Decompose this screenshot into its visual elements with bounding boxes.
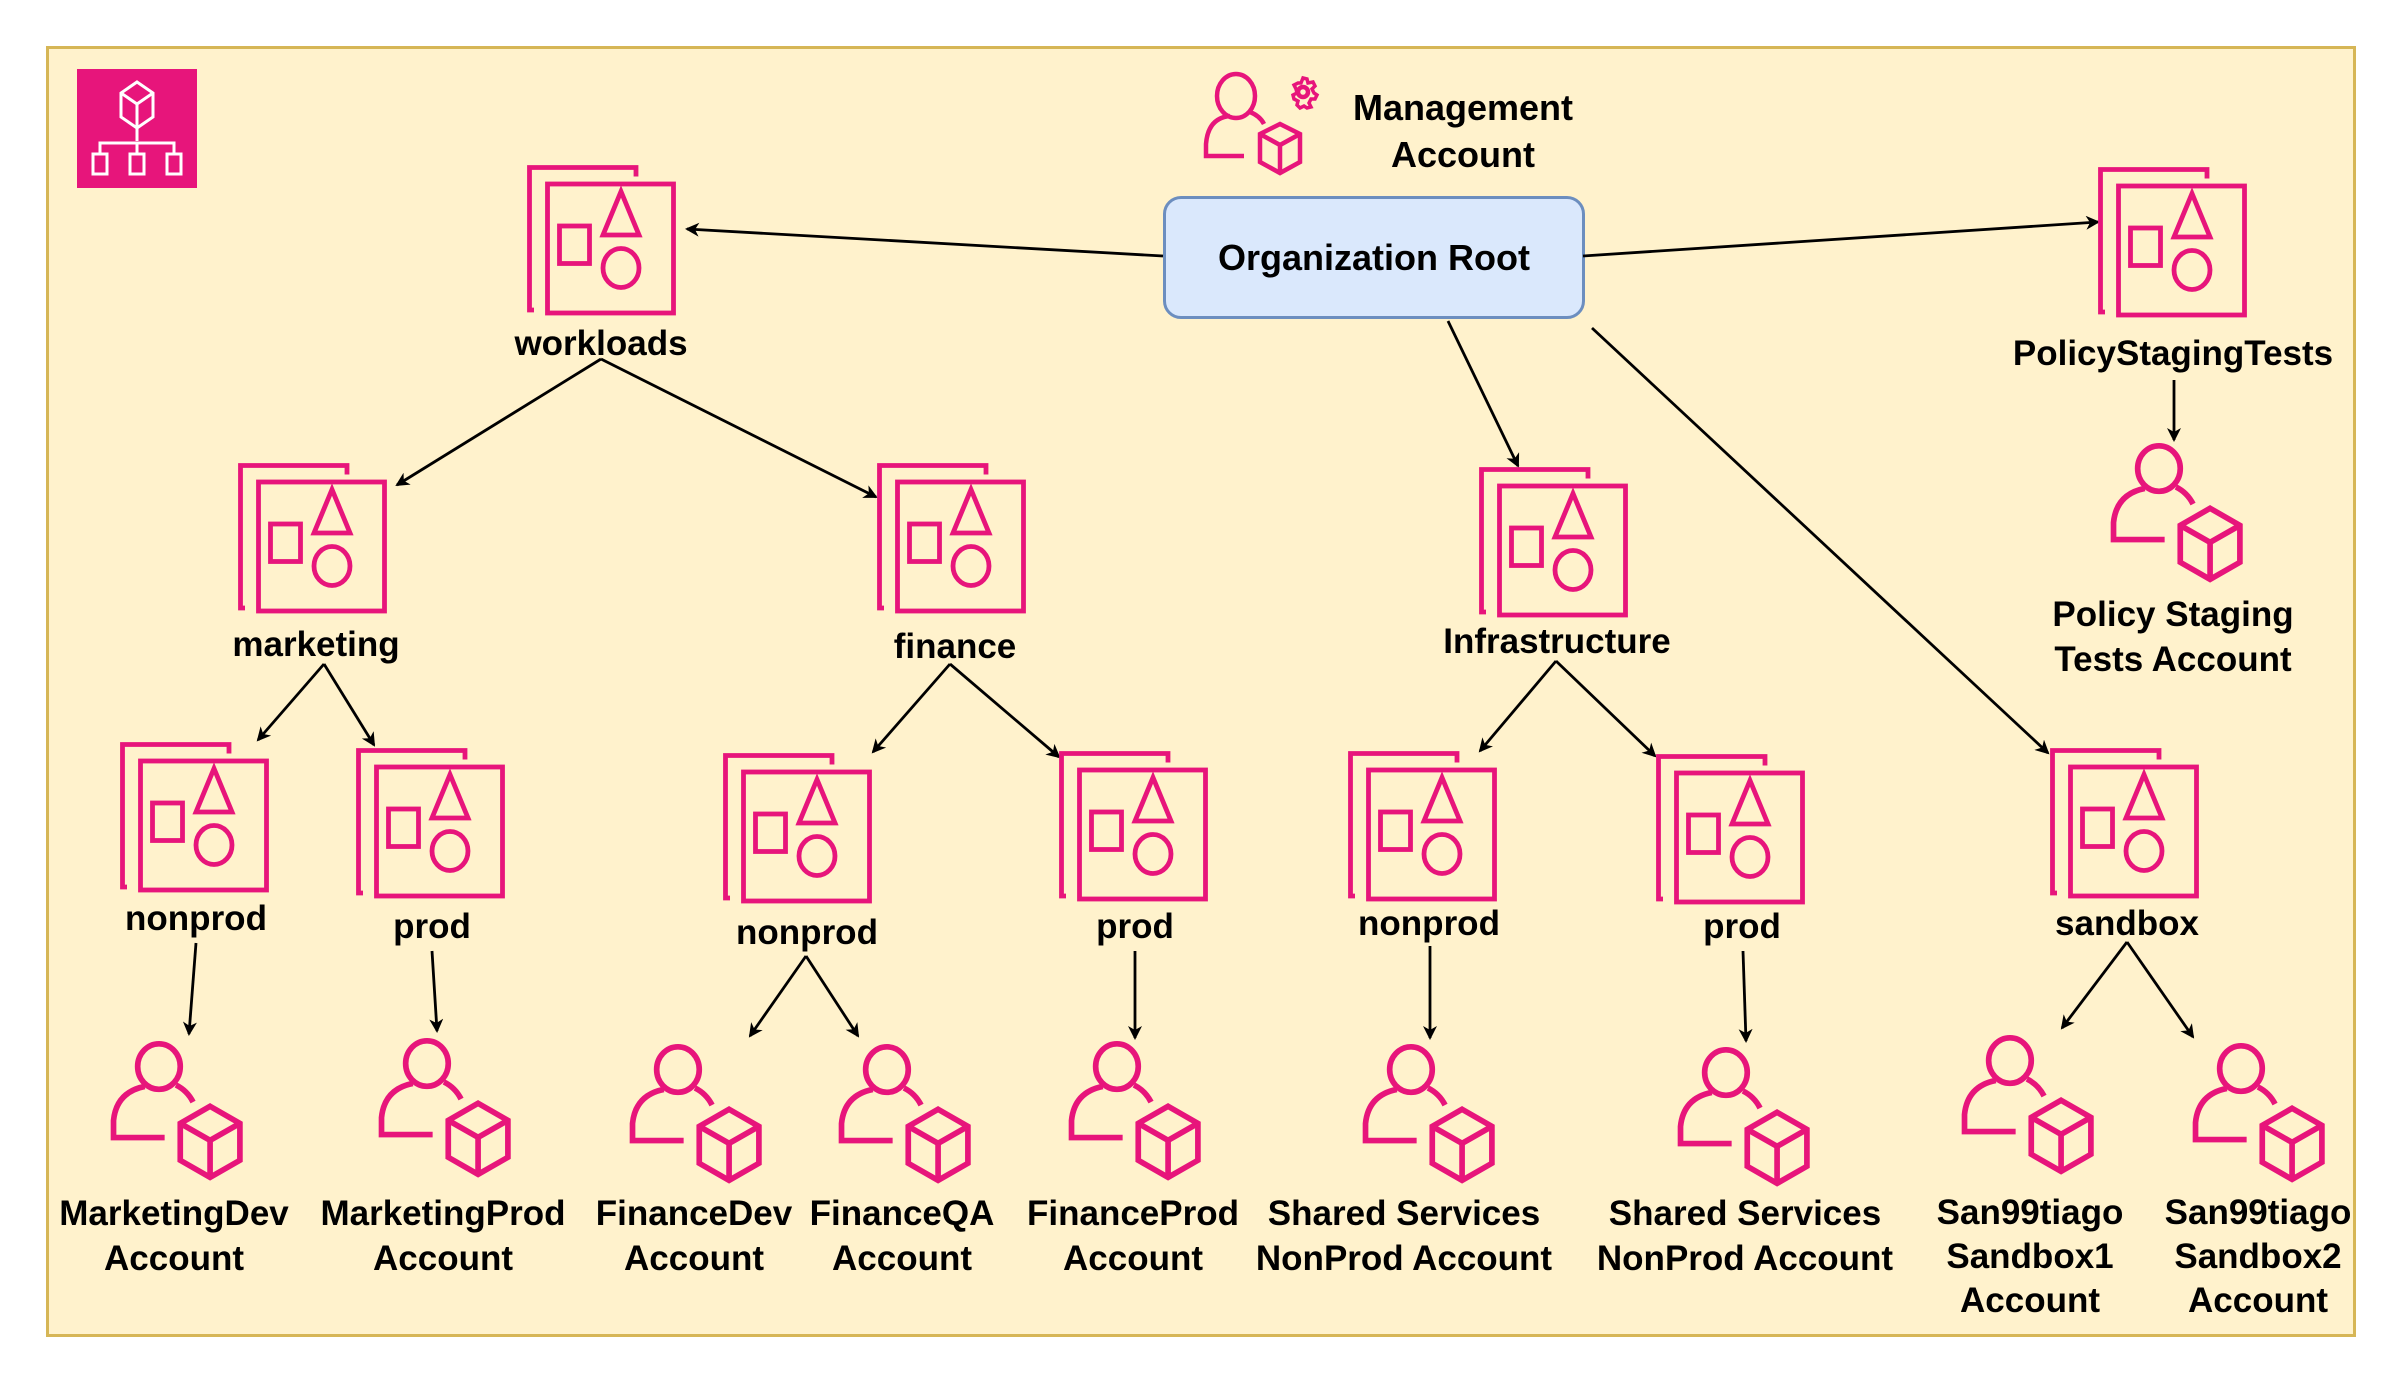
edge-fin-nonprod-dev <box>748 955 808 1038</box>
edge-mkt-nonprod-dev <box>182 942 198 1036</box>
account-label-finance-dev: FinanceDev Account <box>596 1191 792 1281</box>
ou-label-infrastructure: Infrastructure <box>1443 622 1671 661</box>
ou-label-workloads: workloads <box>514 324 688 363</box>
ou-icon-infra-nonprod[interactable] <box>1349 752 1499 902</box>
account-icon-sandbox2[interactable] <box>2187 1043 2329 1185</box>
account-label-sandbox2: San99tiago Sandbox2 Account <box>2165 1191 2352 1323</box>
label-line: FinanceQA <box>809 1194 995 1233</box>
ou-icon-marketing[interactable] <box>239 464 389 614</box>
account-icon-marketing-dev[interactable] <box>105 1041 247 1183</box>
ou-icon-finance-prod[interactable] <box>1060 752 1210 902</box>
ou-icon-infrastructure[interactable] <box>1480 468 1630 618</box>
label-line: San99tiago <box>1936 1193 2124 1232</box>
edge-infra-nonprod <box>1478 660 1558 753</box>
account-icon-finance-dev[interactable] <box>624 1044 766 1186</box>
edge-infra-prod <box>1555 659 1657 758</box>
edge-root-workloads <box>685 222 1164 258</box>
edge-workloads-marketing <box>395 357 602 487</box>
label-line: MarketingProd <box>320 1194 566 1233</box>
ou-icon-marketing-nonprod[interactable] <box>121 743 271 893</box>
label-line: Tests Account <box>2054 640 2292 679</box>
ou-icon-marketing-prod[interactable] <box>357 749 507 899</box>
label-line: NonProd Account <box>1596 1239 1894 1278</box>
account-label-sandbox1: San99tiago Sandbox1 Account <box>1937 1191 2124 1323</box>
ou-label-marketing-nonprod: nonprod <box>125 899 267 938</box>
edge-infra-prod-ss <box>1738 950 1753 1043</box>
ou-label-infra-nonprod: nonprod <box>1358 904 1500 943</box>
edge-marketing-nonprod <box>256 663 326 742</box>
label-line: Policy Staging <box>2052 595 2294 634</box>
account-label-shared-services-1: Shared Services NonProd Account <box>1256 1191 1552 1281</box>
account-icon-marketing-prod[interactable] <box>373 1038 515 1180</box>
label-line: MarketingDev <box>59 1194 289 1233</box>
ou-label-sandbox: sandbox <box>2055 904 2199 943</box>
label-line: FinanceDev <box>595 1194 793 1233</box>
label-line: Account <box>1062 1239 1203 1278</box>
label-line: Account <box>831 1239 972 1278</box>
edge-sandbox-sb2 <box>2125 941 2195 1039</box>
label-line: NonProd Account <box>1255 1239 1553 1278</box>
edge-fin-nonprod-qa <box>804 955 860 1038</box>
account-icon-policy-staging[interactable] <box>2105 443 2247 585</box>
account-icon-shared-services-1[interactable] <box>1357 1044 1499 1186</box>
edge-workloads-finance <box>600 357 878 499</box>
edge-finance-nonprod <box>871 663 952 754</box>
account-label-finance-qa: FinanceQA Account <box>810 1191 995 1281</box>
label-line: Account <box>2187 1281 2328 1320</box>
label-line: Shared Services <box>1608 1194 1882 1233</box>
label-line: Account <box>1959 1281 2100 1320</box>
ou-icon-workloads[interactable] <box>528 166 678 316</box>
account-icon-shared-services-2[interactable] <box>1672 1047 1814 1189</box>
org-diagram-canvas: Management Account Organization Root wor… <box>0 0 2403 1383</box>
label-line: Sandbox2 <box>2174 1237 2342 1276</box>
edge-sandbox-sb1 <box>2060 941 2129 1030</box>
edge-marketing-prod <box>322 663 376 747</box>
account-label-policy-staging: Policy Staging Tests Account <box>2052 592 2293 682</box>
ou-label-infra-prod: prod <box>1703 907 1781 946</box>
ou-label-finance: finance <box>893 627 1017 666</box>
account-label-finance-prod: FinanceProd Account <box>1027 1191 1239 1281</box>
ou-label-finance-prod: prod <box>1096 907 1174 946</box>
ou-icon-infra-prod[interactable] <box>1657 755 1807 905</box>
account-icon-sandbox1[interactable] <box>1956 1035 2098 1177</box>
account-label-marketing-dev: MarketingDev Account <box>59 1191 289 1281</box>
ou-label-marketing: marketing <box>232 625 400 664</box>
edge-root-sandbox <box>1591 326 2050 755</box>
ou-label-marketing-prod: prod <box>393 907 471 946</box>
label-line: Account <box>624 1239 764 1278</box>
ou-label-policystagingtests: PolicyStagingTests <box>2012 334 2334 373</box>
label-line: FinanceProd <box>1027 1194 1239 1233</box>
ou-icon-finance[interactable] <box>878 464 1028 614</box>
ou-icon-finance-nonprod[interactable] <box>724 754 874 904</box>
label-line: Shared Services <box>1267 1194 1541 1233</box>
label-line: Account <box>372 1239 513 1278</box>
account-label-marketing-prod: MarketingProd Account <box>320 1191 565 1281</box>
edge-root-policystaging <box>1582 215 2100 258</box>
ou-label-finance-nonprod: nonprod <box>736 913 878 952</box>
edge-root-infrastructure <box>1446 320 1520 468</box>
ou-icon-sandbox[interactable] <box>2051 749 2201 899</box>
ou-icon-policystagingtests[interactable] <box>2099 168 2249 318</box>
edge-finance-prod <box>949 662 1061 759</box>
edge-mkt-prod-account <box>429 950 444 1033</box>
label-line: San99tiago <box>2164 1193 2352 1232</box>
account-icon-finance-qa[interactable] <box>833 1044 975 1186</box>
account-icon-finance-prod[interactable] <box>1063 1041 1205 1183</box>
label-line: Account <box>104 1239 244 1278</box>
label-line: Sandbox1 <box>1946 1237 2114 1276</box>
account-label-shared-services-2: Shared Services NonProd Account <box>1597 1191 1893 1281</box>
